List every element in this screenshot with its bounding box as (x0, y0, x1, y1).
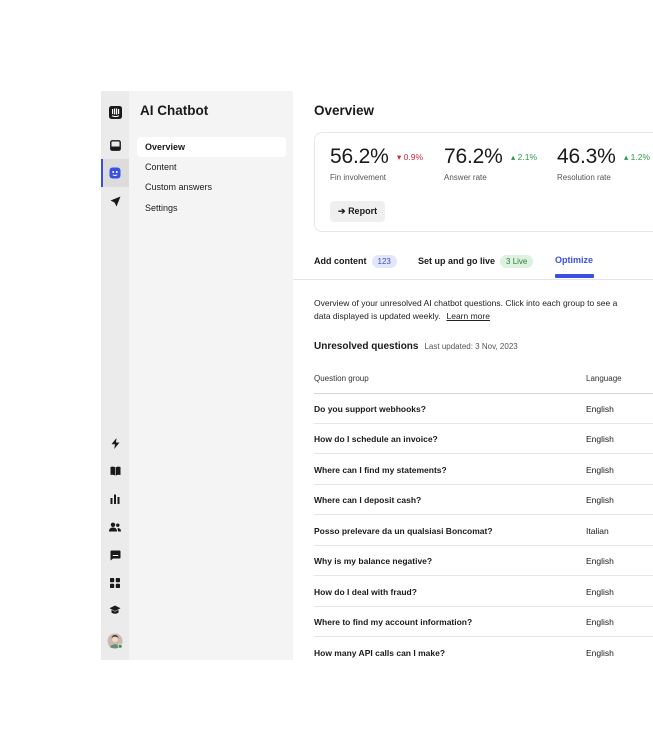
inbox-icon[interactable] (108, 138, 122, 152)
question-cell: Why is my balance negative? (314, 556, 433, 566)
academy-icon[interactable] (108, 603, 122, 617)
send-icon[interactable] (108, 194, 122, 208)
metric-delta: ▴ 2.1% (511, 152, 538, 162)
sidebar-item-overview[interactable]: Overview (137, 137, 286, 157)
apps-icon[interactable] (108, 576, 122, 590)
tab-optimize[interactable]: Optimize (555, 255, 593, 265)
nav-rail (101, 91, 129, 660)
language-cell: English (586, 495, 614, 505)
learn-more-link[interactable]: Learn more (446, 311, 489, 321)
table-row[interactable]: Do you support webhooks? English (314, 393, 653, 424)
sidebar: AI Chatbot Overview Content Custom answe… (129, 91, 293, 660)
table-row[interactable]: Where can I deposit cash? English (314, 484, 653, 515)
table-row[interactable]: How do I deal with fraud? English (314, 576, 653, 607)
sidebar-item-custom-answers[interactable]: Custom answers (137, 177, 286, 197)
metric-label: Answer rate (444, 173, 487, 182)
unresolved-heading: Unresolved questions Last updated: 3 Nov,… (314, 341, 518, 352)
arrow-right-icon: ➔ (338, 206, 346, 216)
table-row[interactable]: Posso prelevare da un qualsiasi Boncomat… (314, 515, 653, 546)
question-cell: Where can I deposit cash? (314, 495, 422, 505)
table-row[interactable]: Where can I find my statements? English (314, 454, 653, 485)
app-window: AI Chatbot Overview Content Custom answe… (101, 91, 653, 660)
unresolved-title: Unresolved questions (314, 341, 419, 352)
tab-badge: 3 Live (500, 255, 534, 268)
table-row[interactable]: Why is my balance negative? English (314, 545, 653, 576)
language-cell: English (586, 617, 614, 627)
description-line: data displayed is updated weekly. Learn m… (314, 311, 490, 321)
sidebar-title: AI Chatbot (140, 103, 209, 118)
sidebar-item-settings[interactable]: Settings (137, 198, 286, 218)
metric-value: 76.2% (444, 145, 503, 168)
table-header: Question group Language (314, 363, 653, 394)
question-cell: Where can I find my statements? (314, 465, 447, 475)
reports-icon[interactable] (108, 492, 122, 506)
question-cell: How do I deal with fraud? (314, 587, 417, 597)
tab-set-up-and-go-live[interactable]: Set up and go live 3 Live (418, 255, 534, 268)
bolt-icon[interactable] (108, 436, 122, 450)
table-row[interactable]: How many API calls can I make? English (314, 637, 653, 660)
main-panel: Overview 56.2% ▾ 0.9% Fin involvement 76… (293, 91, 653, 660)
arrow-up-icon: ▴ (624, 152, 629, 162)
arrow-down-icon: ▾ (397, 152, 402, 162)
metric-label: Fin involvement (330, 173, 387, 182)
language-cell: English (586, 404, 614, 414)
question-cell: How do I schedule an invoice? (314, 434, 438, 444)
metric-delta: ▴ 1.2% (624, 152, 651, 162)
metric-label: Resolution rate (557, 173, 611, 182)
arrow-up-icon: ▴ (511, 152, 516, 162)
language-cell: English (586, 556, 614, 566)
column-header-language[interactable]: Language (586, 374, 622, 383)
messages-icon[interactable] (108, 548, 122, 562)
language-cell: English (586, 434, 614, 444)
metric-resolution-rate: 46.3% ▴ 1.2% Resolution rate (557, 145, 650, 182)
metric-fin-involvement: 56.2% ▾ 0.9% Fin involvement (330, 145, 423, 182)
language-cell: English (586, 648, 614, 658)
contacts-icon[interactable] (108, 520, 122, 534)
metric-answer-rate: 76.2% ▴ 2.1% Answer rate (444, 145, 537, 182)
book-icon[interactable] (108, 464, 122, 478)
description-line: Overview of your unresolved AI chatbot q… (314, 298, 618, 308)
logo-icon[interactable] (108, 105, 122, 119)
language-cell: English (586, 587, 614, 597)
question-cell: Do you support webhooks? (314, 404, 426, 414)
metric-value: 56.2% (330, 145, 389, 168)
tab-add-content[interactable]: Add content 123 (314, 255, 397, 268)
report-button-label: Report (348, 206, 378, 216)
report-button[interactable]: ➔ Report (330, 201, 386, 222)
language-cell: Italian (586, 526, 609, 536)
question-cell: How many API calls can I make? (314, 648, 446, 658)
description: Overview of your unresolved AI chatbot q… (314, 297, 653, 323)
question-cell: Where to find my account information? (314, 617, 473, 627)
page-title: Overview (314, 103, 375, 118)
tab-badge: 123 (371, 255, 397, 268)
bot-icon[interactable] (108, 166, 122, 180)
last-updated: Last updated: 3 Nov, 2023 (424, 342, 518, 351)
language-cell: English (586, 465, 614, 475)
tab-bar: Add content 123 Set up and go live 3 Live … (293, 241, 653, 280)
metric-delta: ▾ 0.9% (397, 152, 424, 162)
table-row[interactable]: How do I schedule an invoice? English (314, 423, 653, 454)
column-header-question-group[interactable]: Question group (314, 374, 369, 383)
sidebar-item-content[interactable]: Content (137, 157, 286, 177)
metrics-card: 56.2% ▾ 0.9% Fin involvement 76.2% ▴ 2.1… (314, 132, 653, 232)
table-row[interactable]: Where to find my account information? En… (314, 606, 653, 637)
metric-value: 46.3% (557, 145, 616, 168)
active-tab-indicator (555, 274, 594, 278)
user-avatar[interactable] (107, 633, 123, 649)
question-cell: Posso prelevare da un qualsiasi Boncomat… (314, 526, 493, 536)
